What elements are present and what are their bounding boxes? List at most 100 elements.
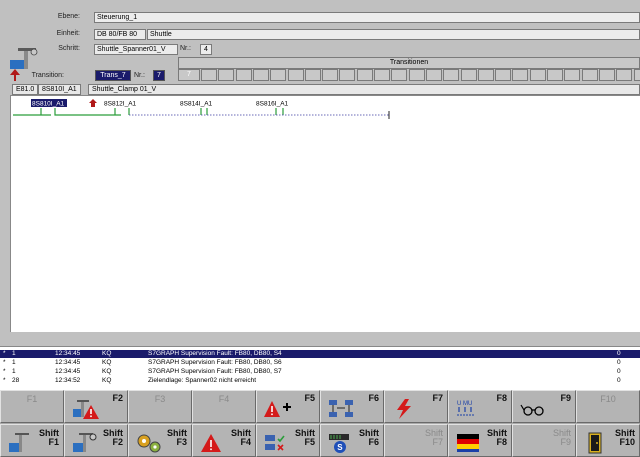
crumb-input: E81.0: [12, 84, 39, 95]
transition-cell[interactable]: [529, 69, 546, 81]
key-label: Shift F10: [615, 428, 635, 447]
machine-icon: [9, 433, 29, 452]
key-label: F6: [368, 393, 379, 403]
operand-1-label: 8S810I_A1: [32, 101, 65, 108]
warning-icon: [201, 434, 221, 452]
transition-cell[interactable]: [547, 69, 563, 81]
transition-cell[interactable]: [218, 69, 235, 81]
f5-key[interactable]: F5: [256, 390, 320, 423]
alarm-marker: *: [3, 350, 6, 357]
alarm-count: 0: [617, 350, 621, 357]
transition-cell[interactable]: [287, 69, 304, 81]
f2-key[interactable]: F2: [64, 390, 128, 423]
transition-cell[interactable]: [564, 69, 581, 81]
f6-key[interactable]: F6: [320, 390, 384, 423]
transition-cell[interactable]: [633, 69, 640, 81]
alarm-code: KQ: [102, 350, 112, 357]
transition-cell[interactable]: [598, 69, 615, 81]
f8-key[interactable]: U MU F8: [448, 390, 512, 423]
transitions-header: Transitionen: [178, 57, 640, 69]
shift-f4-key[interactable]: Shift F4: [192, 424, 256, 457]
shift-f7-key[interactable]: Shift F7: [384, 424, 448, 457]
f10-key[interactable]: F10: [576, 390, 640, 423]
key-label: Shift F5: [295, 428, 315, 447]
key-label: F2: [112, 393, 123, 403]
transition-nr-label: Nr.:: [134, 72, 145, 79]
transition-cell[interactable]: [356, 69, 373, 81]
svg-text:S: S: [337, 443, 343, 452]
alarm-row[interactable]: * 28 12:34:52 KQ Zielendlage: Spanner02 nich…: [0, 377, 640, 385]
alarm-number: 1: [12, 359, 16, 366]
transition-cell[interactable]: [252, 69, 269, 81]
transition-field: Trans_7: [95, 70, 131, 81]
transition-cell[interactable]: [391, 69, 408, 81]
transition-cell[interactable]: [235, 69, 252, 81]
transition-cell[interactable]: [616, 69, 633, 81]
ladder-green-wiring: [13, 108, 284, 116]
shift-f10-key[interactable]: Shift F10: [576, 424, 640, 457]
shift-f3-key[interactable]: Shift F3: [128, 424, 192, 457]
transition-cell[interactable]: [339, 69, 356, 81]
key-label: Shift F2: [103, 428, 123, 447]
alarm-time: 12:34:45: [55, 359, 81, 366]
transition-cell[interactable]: [477, 69, 494, 81]
manual-operation-warning-icon: [73, 400, 99, 419]
operand-4-label: 8S816I_A1: [256, 101, 289, 108]
alarm-text: S7GRAPH Supervision Fault: FB80, DB80, S…: [148, 368, 282, 375]
shift-f6-key[interactable]: S Shift F6: [320, 424, 384, 457]
alarm-row[interactable]: * 1 12:34:45 KQ S7GRAPH Supervision Fault: F…: [0, 368, 640, 376]
ladder-graph-panel: 8S810I_A1 8S812I_A1 8S814I_A1 8S816I_A1: [10, 95, 640, 332]
alarm-number: 28: [12, 377, 20, 384]
transition-cell[interactable]: [460, 69, 477, 81]
f3-key[interactable]: F3: [128, 390, 192, 423]
shift-f9-key[interactable]: Shift F9: [512, 424, 576, 457]
alarm-count: 0: [617, 377, 621, 384]
transition-cell-active[interactable]: 7: [178, 69, 200, 81]
key-label: Shift F9: [552, 428, 571, 447]
gears-icon: [137, 434, 161, 453]
schritt-field: Shuttle_Spanner01_V: [94, 44, 178, 55]
operand-3-label: 8S814I_A1: [180, 101, 213, 108]
transition-cell[interactable]: [495, 69, 512, 81]
transition-label: Transition:: [31, 72, 64, 79]
transition-cell[interactable]: [322, 69, 339, 81]
alarm-row[interactable]: * 1 12:34:45 KQ S7GRAPH Supervision Fault: F…: [0, 350, 640, 358]
shift-f1-key[interactable]: Shift F1: [0, 424, 64, 457]
transition-cell[interactable]: [443, 69, 460, 81]
transition-cell[interactable]: [201, 69, 217, 81]
transition-cell[interactable]: [425, 69, 442, 81]
step-machine-icon: [10, 48, 38, 69]
language-flags-icon: [457, 434, 479, 452]
f9-key[interactable]: F9: [512, 390, 576, 423]
f1-key[interactable]: F1: [0, 390, 64, 423]
alarm-count: 0: [617, 368, 621, 375]
crumb-operand: 8S810I_A1: [38, 84, 81, 95]
schritt-label: Schritt:: [58, 45, 80, 52]
key-label: Shift F1: [39, 428, 59, 447]
transition-cell[interactable]: [374, 69, 390, 81]
shift-f2-key[interactable]: Shift F2: [64, 424, 128, 457]
shift-f5-key[interactable]: Shift F5: [256, 424, 320, 457]
alarm-marker: *: [3, 359, 6, 366]
f7-key[interactable]: F7: [384, 390, 448, 423]
schritt-nr-label: Nr.:: [180, 45, 191, 52]
alarm-marker: *: [3, 377, 6, 384]
key-label: F9: [560, 393, 571, 403]
key-label: F5: [304, 393, 315, 403]
alarm-text: S7GRAPH Supervision Fault: FB80, DB80, S…: [148, 350, 282, 357]
alarm-code: KQ: [102, 359, 112, 366]
transition-cell[interactable]: [304, 69, 321, 81]
transition-cell[interactable]: [408, 69, 425, 81]
transition-cell[interactable]: [581, 69, 598, 81]
network-overview-icon: [329, 400, 353, 417]
einheit-name-field: Shuttle: [147, 29, 640, 40]
key-label: F10: [600, 394, 616, 404]
einheit-field: DB 80/FB 80: [94, 29, 146, 40]
transition-cell[interactable]: [512, 69, 529, 81]
shift-f8-key[interactable]: Shift F8: [448, 424, 512, 457]
key-label: Shift F7: [424, 428, 443, 447]
alarm-row[interactable]: * 1 12:34:45 KQ S7GRAPH Supervision Fault: F…: [0, 359, 640, 367]
f4-key[interactable]: F4: [192, 390, 256, 423]
transition-cell[interactable]: [270, 69, 287, 81]
lightning-icon: [397, 399, 411, 419]
